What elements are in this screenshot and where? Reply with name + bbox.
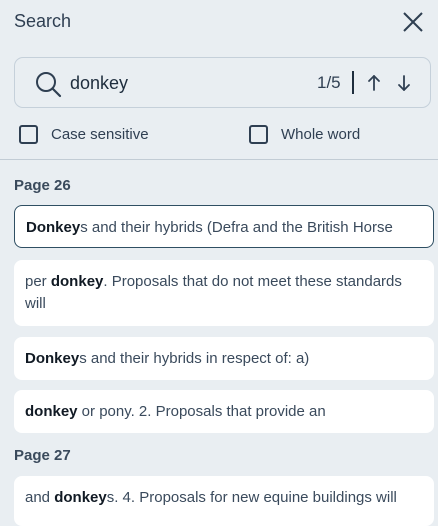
result-match: donkey (54, 489, 107, 506)
result-text-before: per (25, 273, 51, 290)
search-result-item[interactable]: donkey or pony. 2. Proposals that provid… (14, 390, 434, 433)
arrow-down-icon (398, 75, 410, 91)
page-heading: Page 27 (14, 447, 71, 464)
search-result-item[interactable]: Donkeys and their hybrids in respect of:… (14, 337, 434, 380)
case-sensitive-checkbox[interactable] (19, 124, 38, 144)
case-sensitive-option[interactable]: Case sensitive (19, 121, 149, 147)
result-match: donkey (50, 273, 104, 290)
panel-header: Search (0, 0, 438, 44)
previous-match-button[interactable] (363, 72, 385, 94)
result-text-after: s and their hybrids in respect of: a) (79, 350, 310, 367)
search-result-item[interactable]: per donkey. Proposals that do not meet t… (14, 260, 434, 326)
result-text-after: s and their hybrids (Defra and the Briti… (80, 219, 393, 236)
search-icon (36, 72, 62, 98)
page-heading: Page 26 (14, 177, 71, 194)
options-divider (0, 159, 438, 160)
close-button[interactable] (400, 9, 426, 35)
result-match: donkey (25, 403, 78, 420)
result-text-after: s. 4. Proposals for new equine buildings… (106, 489, 397, 506)
case-sensitive-label: Case sensitive (51, 125, 149, 143)
match-counter: 1/5 (317, 73, 341, 92)
search-field[interactable]: 1/5 (14, 57, 431, 108)
panel-title: Search (14, 11, 72, 31)
whole-word-option[interactable]: Whole word (249, 121, 360, 147)
search-input[interactable] (70, 71, 300, 95)
search-panel: Search 1/5 Ca (0, 0, 438, 526)
search-result-item[interactable]: Donkeys and their hybrids (Defra and the… (14, 205, 434, 248)
arrow-up-icon (368, 75, 380, 91)
result-match: Donkey (25, 350, 80, 367)
search-result-item[interactable]: and donkeys. 4. Proposals for new equine… (14, 476, 434, 526)
close-icon (403, 12, 423, 32)
whole-word-label: Whole word (281, 125, 361, 143)
next-match-button[interactable] (393, 72, 415, 94)
counter-divider (352, 71, 354, 94)
result-match: Donkey (26, 219, 81, 236)
result-text-before: and (25, 489, 55, 506)
whole-word-checkbox[interactable] (249, 124, 268, 144)
result-text-after: or pony. 2. Proposals that provide an (77, 403, 326, 420)
